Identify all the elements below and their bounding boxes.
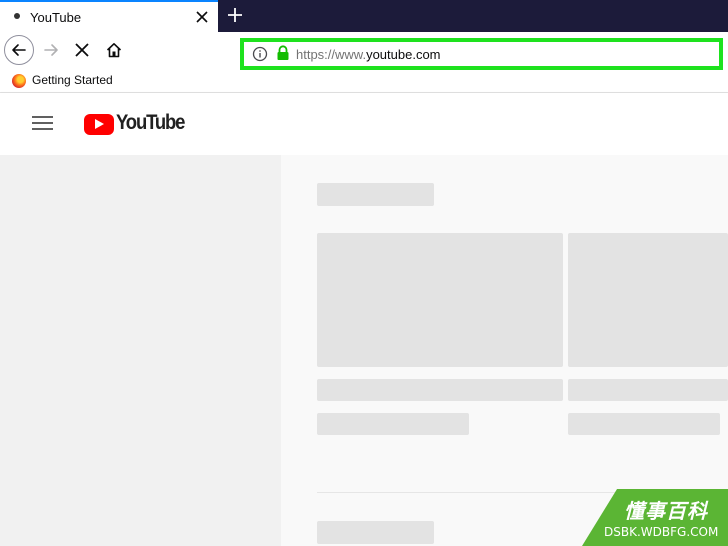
- plus-icon[interactable]: [226, 6, 244, 24]
- bookmark-label: Getting Started: [32, 73, 113, 87]
- tab-youtube[interactable]: YouTube: [0, 0, 218, 32]
- url-prefix: https://www.: [296, 47, 367, 62]
- back-button[interactable]: [4, 35, 34, 65]
- video-meta-placeholder: [317, 413, 469, 435]
- watermark-chinese-text: 懂事百科: [624, 499, 708, 523]
- url-host: youtube.com: [366, 47, 441, 62]
- close-icon[interactable]: [193, 8, 211, 26]
- video-meta-placeholder: [568, 413, 720, 435]
- info-icon[interactable]: [252, 46, 268, 62]
- tab-title: YouTube: [30, 10, 82, 25]
- address-bar[interactable]: https://www.youtube.com: [240, 38, 723, 70]
- bookmarks-toolbar: Getting Started: [0, 70, 728, 93]
- tab-favicon-icon: [14, 13, 20, 19]
- navigation-toolbar: https://www.youtube.com: [0, 32, 728, 70]
- lock-icon[interactable]: [276, 45, 290, 61]
- video-title-placeholder: [568, 379, 728, 401]
- back-arrow-icon: [12, 44, 26, 56]
- section-title-placeholder: [317, 521, 434, 544]
- hamburger-menu-icon[interactable]: [32, 115, 54, 131]
- video-thumbnail-placeholder: [568, 233, 728, 367]
- watermark-domain: DSBK.WDBFG.COM: [604, 525, 719, 539]
- forward-arrow-icon[interactable]: [42, 41, 60, 59]
- watermark: 懂事百科 DSBK.WDBFG.COM: [582, 489, 728, 546]
- stop-icon[interactable]: [74, 42, 90, 58]
- youtube-play-icon: [84, 114, 114, 135]
- video-thumbnail-placeholder: [317, 233, 563, 367]
- guide-sidebar-placeholder: [0, 155, 281, 546]
- home-icon[interactable]: [105, 41, 123, 59]
- youtube-wordmark: YouTube: [116, 111, 185, 134]
- section-title-placeholder: [317, 183, 434, 206]
- youtube-masthead: YouTube: [0, 93, 728, 155]
- tab-strip: YouTube: [0, 0, 728, 32]
- url-text: https://www.youtube.com: [296, 47, 441, 62]
- firefox-icon: [12, 74, 26, 88]
- video-title-placeholder: [317, 379, 563, 401]
